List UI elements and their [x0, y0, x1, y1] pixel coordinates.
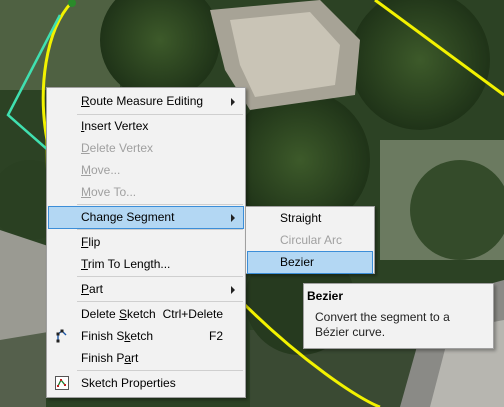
menu-item-move: Move...	[81, 163, 121, 177]
menu-item-trim-to-length[interactable]: Trim To Length...	[49, 254, 243, 275]
submenu-item-bezier[interactable]: Bezier	[247, 251, 373, 274]
menu-separator	[77, 276, 243, 277]
menu-item-delete-vertex: Delete Vertex	[81, 141, 154, 155]
menu-item-finish-part[interactable]: Finish Part	[49, 348, 243, 369]
sketch-context-menu: Route Measure Editing Insert Vertex Dele…	[46, 87, 246, 398]
menu-item-change-segment[interactable]: Change Segment	[48, 206, 244, 229]
submenu-item-straight[interactable]: Straight	[248, 208, 372, 229]
shortcut-label: Ctrl+Delete	[162, 307, 223, 321]
bezier-tooltip: Bezier Convert the segment to a Bézier c…	[303, 283, 494, 349]
submenu-arrow-icon	[231, 98, 235, 106]
submenu-arrow-icon	[231, 286, 235, 294]
menu-separator	[77, 204, 243, 205]
menu-item-move-to: Move To...	[81, 185, 137, 199]
finish-sketch-icon	[56, 329, 67, 343]
tooltip-body: Convert the segment to a Bézier curve.	[315, 310, 450, 339]
menu-separator	[77, 301, 243, 302]
menu-item-route-measure-editing[interactable]: Route Measure Editing	[49, 91, 243, 112]
submenu-item-circular-arc: Circular Arc	[280, 233, 343, 247]
menu-item-sketch-properties[interactable]: Sketch Properties	[49, 373, 243, 394]
menu-item-insert-vertex[interactable]: Insert Vertex	[49, 116, 243, 137]
menu-item-delete-sketch[interactable]: Delete Sketch Ctrl+Delete	[49, 304, 243, 325]
menu-item-flip[interactable]: Flip	[49, 232, 243, 253]
tooltip-title: Bezier	[307, 289, 344, 303]
sketch-properties-icon	[55, 376, 69, 390]
menu-separator	[77, 229, 243, 230]
menu-separator	[77, 114, 243, 115]
change-segment-submenu: Straight Circular Arc Bezier	[245, 206, 375, 274]
menu-item-part[interactable]: Part	[49, 279, 243, 300]
shortcut-label: F2	[208, 329, 223, 343]
submenu-arrow-icon	[231, 214, 235, 222]
menu-item-finish-sketch[interactable]: Finish Sketch F2	[49, 326, 243, 347]
menu-separator	[77, 370, 243, 371]
